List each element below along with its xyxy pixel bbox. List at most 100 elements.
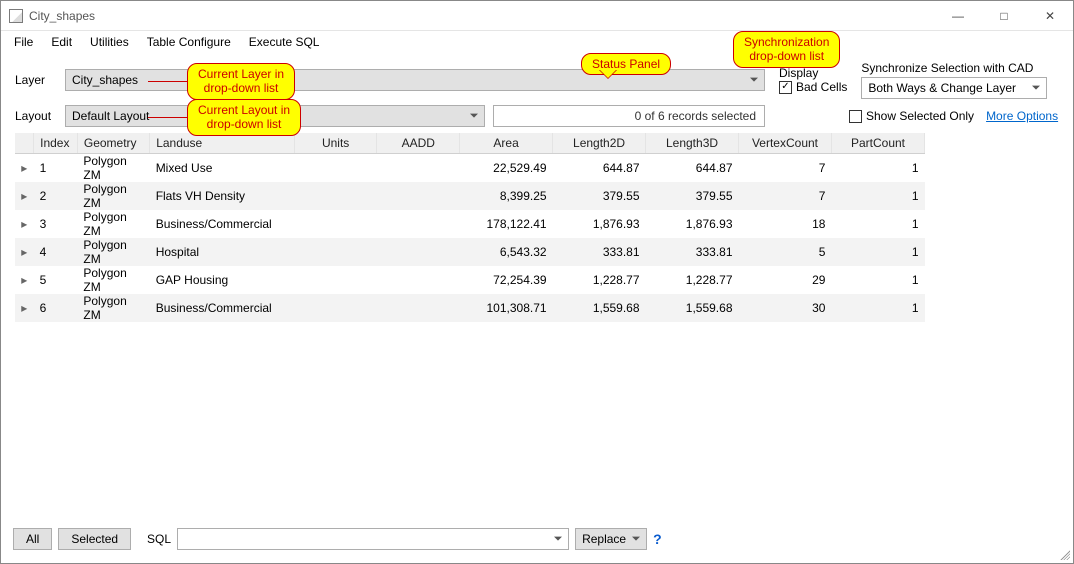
- menu-utilities[interactable]: Utilities: [81, 33, 138, 51]
- cell-partcount: 1: [831, 153, 924, 182]
- cell-length2d: 333.81: [553, 238, 646, 266]
- cell-vertexcount: 7: [739, 182, 832, 210]
- cell-geometry: Polygon ZM: [77, 238, 149, 266]
- row-expand-icon[interactable]: ▸: [15, 182, 34, 210]
- bottom-bar: All Selected SQL Replace ?: [13, 527, 1061, 551]
- table-row[interactable]: ▸1Polygon ZMMixed Use22,529.49644.87644.…: [15, 153, 925, 182]
- data-table: Index Geometry Landuse Units AADD Area L…: [15, 133, 925, 322]
- col-aadd[interactable]: AADD: [377, 133, 460, 153]
- layer-row: Layer City_shapes Display Bad Cells Sync…: [1, 59, 1073, 101]
- window-buttons: — □ ✕: [935, 1, 1073, 31]
- cell-geometry: Polygon ZM: [77, 182, 149, 210]
- table-row[interactable]: ▸6Polygon ZMBusiness/Commercial101,308.7…: [15, 294, 925, 322]
- help-icon[interactable]: ?: [653, 531, 662, 547]
- cell-units: [294, 266, 377, 294]
- cell-length3d: 644.87: [646, 153, 739, 182]
- cell-units: [294, 238, 377, 266]
- maximize-button[interactable]: □: [981, 1, 1027, 31]
- menu-execute-sql[interactable]: Execute SQL: [240, 33, 329, 51]
- cell-aadd: [377, 238, 460, 266]
- cell-area: 22,529.49: [460, 153, 553, 182]
- cell-length2d: 644.87: [553, 153, 646, 182]
- sync-label: Synchronize Selection with CAD: [861, 61, 1047, 75]
- cell-aadd: [377, 210, 460, 238]
- cell-units: [294, 182, 377, 210]
- cell-units: [294, 153, 377, 182]
- menubar: File Edit Utilities Table Configure Exec…: [1, 31, 1073, 53]
- sync-value: Both Ways & Change Layer: [868, 81, 1016, 95]
- cell-index: 6: [34, 294, 78, 322]
- layer-value: City_shapes: [72, 73, 138, 87]
- callout-layout: Current Layout in drop-down list: [187, 99, 301, 136]
- col-length2d[interactable]: Length2D: [553, 133, 646, 153]
- cell-landuse: GAP Housing: [150, 266, 295, 294]
- cell-length3d: 379.55: [646, 182, 739, 210]
- cell-area: 178,122.41: [460, 210, 553, 238]
- cell-landuse: Mixed Use: [150, 153, 295, 182]
- sync-dropdown[interactable]: Both Ways & Change Layer: [861, 77, 1047, 99]
- checkbox-icon: [779, 81, 792, 94]
- bad-cells-checkbox[interactable]: Bad Cells: [779, 80, 847, 94]
- table-row[interactable]: ▸2Polygon ZMFlats VH Density8,399.25379.…: [15, 182, 925, 210]
- row-expand-icon[interactable]: ▸: [15, 294, 34, 322]
- cell-length2d: 1,876.93: [553, 210, 646, 238]
- cell-length3d: 1,876.93: [646, 210, 739, 238]
- col-geometry[interactable]: Geometry: [77, 133, 149, 153]
- titlebar: City_shapes — □ ✕: [1, 1, 1073, 31]
- close-button[interactable]: ✕: [1027, 1, 1073, 31]
- cell-aadd: [377, 153, 460, 182]
- checkbox-icon: [849, 110, 862, 123]
- layout-row: Layout Default Layout 0 of 6 records sel…: [1, 103, 1073, 129]
- cell-length2d: 1,228.77: [553, 266, 646, 294]
- table-row[interactable]: ▸5Polygon ZMGAP Housing72,254.391,228.77…: [15, 266, 925, 294]
- menu-table-configure[interactable]: Table Configure: [138, 33, 240, 51]
- row-expand-icon[interactable]: ▸: [15, 210, 34, 238]
- cell-units: [294, 210, 377, 238]
- selected-button[interactable]: Selected: [58, 528, 131, 550]
- cell-geometry: Polygon ZM: [77, 210, 149, 238]
- cell-geometry: Polygon ZM: [77, 294, 149, 322]
- cell-vertexcount: 18: [739, 210, 832, 238]
- resize-grip-icon[interactable]: [1058, 548, 1070, 560]
- cell-units: [294, 294, 377, 322]
- sql-input[interactable]: [177, 528, 569, 550]
- all-button[interactable]: All: [13, 528, 52, 550]
- table-row[interactable]: ▸4Polygon ZMHospital6,543.32333.81333.81…: [15, 238, 925, 266]
- window-title: City_shapes: [29, 9, 95, 23]
- cell-index: 3: [34, 210, 78, 238]
- menu-edit[interactable]: Edit: [42, 33, 81, 51]
- status-text: 0 of 6 records selected: [635, 109, 756, 123]
- row-expand-icon[interactable]: ▸: [15, 153, 34, 182]
- layer-label: Layer: [15, 73, 57, 87]
- col-index[interactable]: Index: [34, 133, 78, 153]
- cell-landuse: Flats VH Density: [150, 182, 295, 210]
- col-area[interactable]: Area: [460, 133, 553, 153]
- more-options-link[interactable]: More Options: [986, 109, 1058, 123]
- cell-geometry: Polygon ZM: [77, 153, 149, 182]
- cell-partcount: 1: [831, 266, 924, 294]
- cell-index: 1: [34, 153, 78, 182]
- replace-dropdown[interactable]: Replace: [575, 528, 647, 550]
- row-expand-icon[interactable]: ▸: [15, 238, 34, 266]
- cell-index: 5: [34, 266, 78, 294]
- row-expand-icon[interactable]: ▸: [15, 266, 34, 294]
- menu-file[interactable]: File: [5, 33, 42, 51]
- col-length3d[interactable]: Length3D: [646, 133, 739, 153]
- cell-vertexcount: 7: [739, 153, 832, 182]
- col-units[interactable]: Units: [294, 133, 377, 153]
- col-landuse[interactable]: Landuse: [150, 133, 295, 153]
- table-row[interactable]: ▸3Polygon ZMBusiness/Commercial178,122.4…: [15, 210, 925, 238]
- show-selected-checkbox[interactable]: Show Selected Only: [849, 109, 974, 123]
- minimize-button[interactable]: —: [935, 1, 981, 31]
- col-partcount[interactable]: PartCount: [831, 133, 924, 153]
- cell-vertexcount: 30: [739, 294, 832, 322]
- cell-vertexcount: 5: [739, 238, 832, 266]
- cell-landuse: Business/Commercial: [150, 294, 295, 322]
- col-vertexcount[interactable]: VertexCount: [739, 133, 832, 153]
- layout-label: Layout: [15, 109, 57, 123]
- cell-aadd: [377, 294, 460, 322]
- status-panel: 0 of 6 records selected: [493, 105, 765, 127]
- app-window: City_shapes — □ ✕ File Edit Utilities Ta…: [0, 0, 1074, 564]
- cell-index: 2: [34, 182, 78, 210]
- cell-landuse: Hospital: [150, 238, 295, 266]
